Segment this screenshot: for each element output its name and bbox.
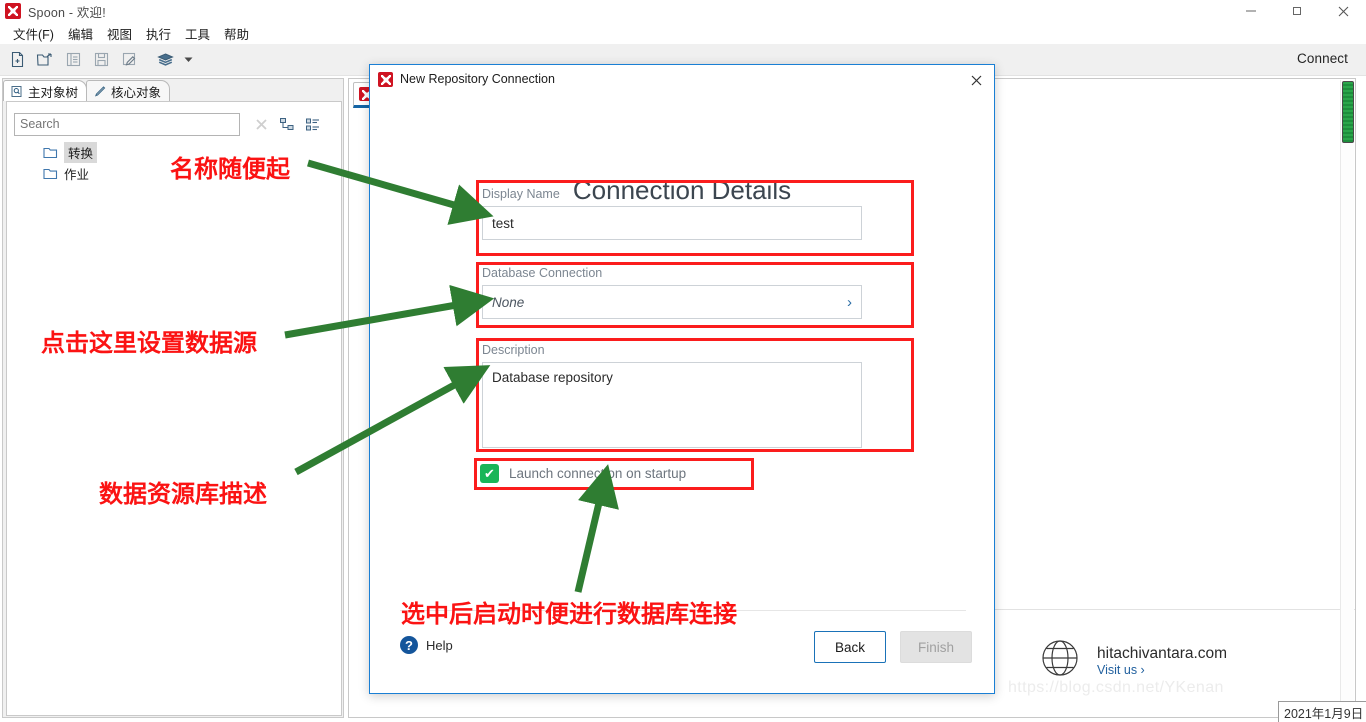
database-connection-select[interactable]: None › — [482, 285, 862, 319]
expand-all-icon[interactable] — [274, 113, 300, 136]
dialog-buttons: Back Finish — [814, 631, 972, 663]
search-input[interactable] — [14, 112, 240, 136]
globe-icon — [1039, 637, 1081, 684]
display-name-label: Display Name — [482, 187, 560, 201]
sidebar-tab-core-objects[interactable]: 核心对象 — [86, 80, 171, 101]
check-icon: ✔ — [484, 466, 495, 481]
back-button[interactable]: Back — [814, 631, 886, 663]
menu-item-edit[interactable]: 编辑 — [61, 22, 100, 45]
close-button[interactable] — [1320, 0, 1366, 22]
annotation-label-4: 选中后启动时便进行数据库连接 — [401, 600, 737, 628]
left-panel-body: 转换 作业 — [6, 101, 342, 716]
display-name-field-group: Display Name — [482, 187, 862, 240]
tree-item-label: 作业 — [64, 168, 90, 182]
help-label: Help — [426, 637, 453, 653]
menu-item-help[interactable]: 帮助 — [217, 22, 256, 45]
footer-visit-link[interactable]: Visit us › — [1097, 663, 1227, 677]
welcome-footer: hitachivantara.com Visit us › — [1039, 637, 1227, 684]
description-field-group: Description — [482, 343, 862, 453]
menu-item-file[interactable]: 文件(F) — [6, 22, 61, 45]
help-link[interactable]: ? Help — [400, 636, 453, 654]
menu-item-run[interactable]: 执行 — [139, 22, 178, 45]
description-label: Description — [482, 343, 545, 357]
chevron-right-icon: › — [847, 293, 852, 311]
help-icon: ? — [400, 636, 418, 654]
spoon-icon — [378, 71, 393, 87]
database-connection-value: None — [492, 294, 525, 310]
search-row — [14, 110, 336, 138]
document-search-icon — [10, 85, 23, 98]
date-badge: 2021年1月9日 — [1278, 701, 1366, 722]
save-icon[interactable] — [88, 47, 114, 73]
spoon-icon — [5, 3, 21, 19]
close-icon[interactable] — [248, 113, 274, 136]
annotation-label-3: 数据资源库描述 — [99, 480, 267, 508]
toolbar-dropdown-arrow[interactable] — [180, 47, 196, 73]
annotation-label-1: 名称随便起 — [170, 155, 290, 183]
sidebar-tab-main-object-tree[interactable]: 主对象树 — [3, 80, 88, 101]
sidebar-tab-label: 主对象树 — [28, 85, 79, 100]
title-bar: Spoon - 欢迎! — [0, 0, 1366, 22]
screen: Spoon - 欢迎! 文件(F) 编辑 视图 执行 工具 帮助 Connect… — [0, 0, 1366, 722]
display-name-input[interactable] — [482, 206, 862, 240]
welcome-scrollbar[interactable] — [1340, 80, 1354, 717]
footer-site: hitachivantara.com — [1097, 644, 1228, 662]
minimize-button[interactable] — [1228, 0, 1274, 22]
save-as-icon[interactable] — [116, 47, 142, 73]
maximize-button[interactable] — [1274, 0, 1320, 22]
layers-icon[interactable] — [152, 47, 178, 73]
folder-icon — [43, 146, 58, 159]
menu-item-view[interactable]: 视图 — [100, 22, 139, 45]
open-file-icon[interactable] — [32, 47, 58, 73]
database-connection-field-group: Database Connection None › — [482, 266, 862, 319]
left-panel-tabs: 主对象树 核心对象 — [3, 79, 345, 101]
watermark: https://blog.csdn.net/YKenan — [1008, 679, 1224, 696]
window-controls — [1228, 0, 1366, 22]
dialog-title: New Repository Connection — [400, 72, 555, 86]
database-connection-label: Database Connection — [482, 266, 603, 280]
new-file-icon[interactable] — [4, 47, 30, 73]
scrollbar-thumb[interactable] — [1342, 81, 1354, 143]
annotation-label-2: 点击这里设置数据源 — [41, 329, 257, 357]
menu-bar: 文件(F) 编辑 视图 执行 工具 帮助 — [0, 22, 1366, 44]
window-title: Spoon - 欢迎! — [28, 5, 106, 20]
collapse-all-icon[interactable] — [300, 113, 326, 136]
pencil-icon — [93, 85, 106, 98]
launch-on-startup-label: Launch connection on startup — [509, 466, 687, 481]
sidebar-tab-label: 核心对象 — [111, 85, 162, 100]
finish-button: Finish — [900, 631, 972, 663]
launch-on-startup-row[interactable]: ✔ Launch connection on startup — [480, 464, 686, 483]
explore-icon[interactable] — [60, 47, 86, 73]
dialog-close-button[interactable] — [966, 70, 986, 90]
launch-on-startup-checkbox[interactable]: ✔ — [480, 464, 499, 483]
dialog-title-bar: New Repository Connection — [370, 65, 994, 93]
folder-icon — [43, 167, 58, 180]
menu-item-tools[interactable]: 工具 — [178, 22, 217, 45]
connect-button[interactable]: Connect — [1297, 51, 1348, 66]
tree-item-label: 转换 — [64, 142, 98, 163]
description-textarea[interactable] — [482, 362, 862, 448]
